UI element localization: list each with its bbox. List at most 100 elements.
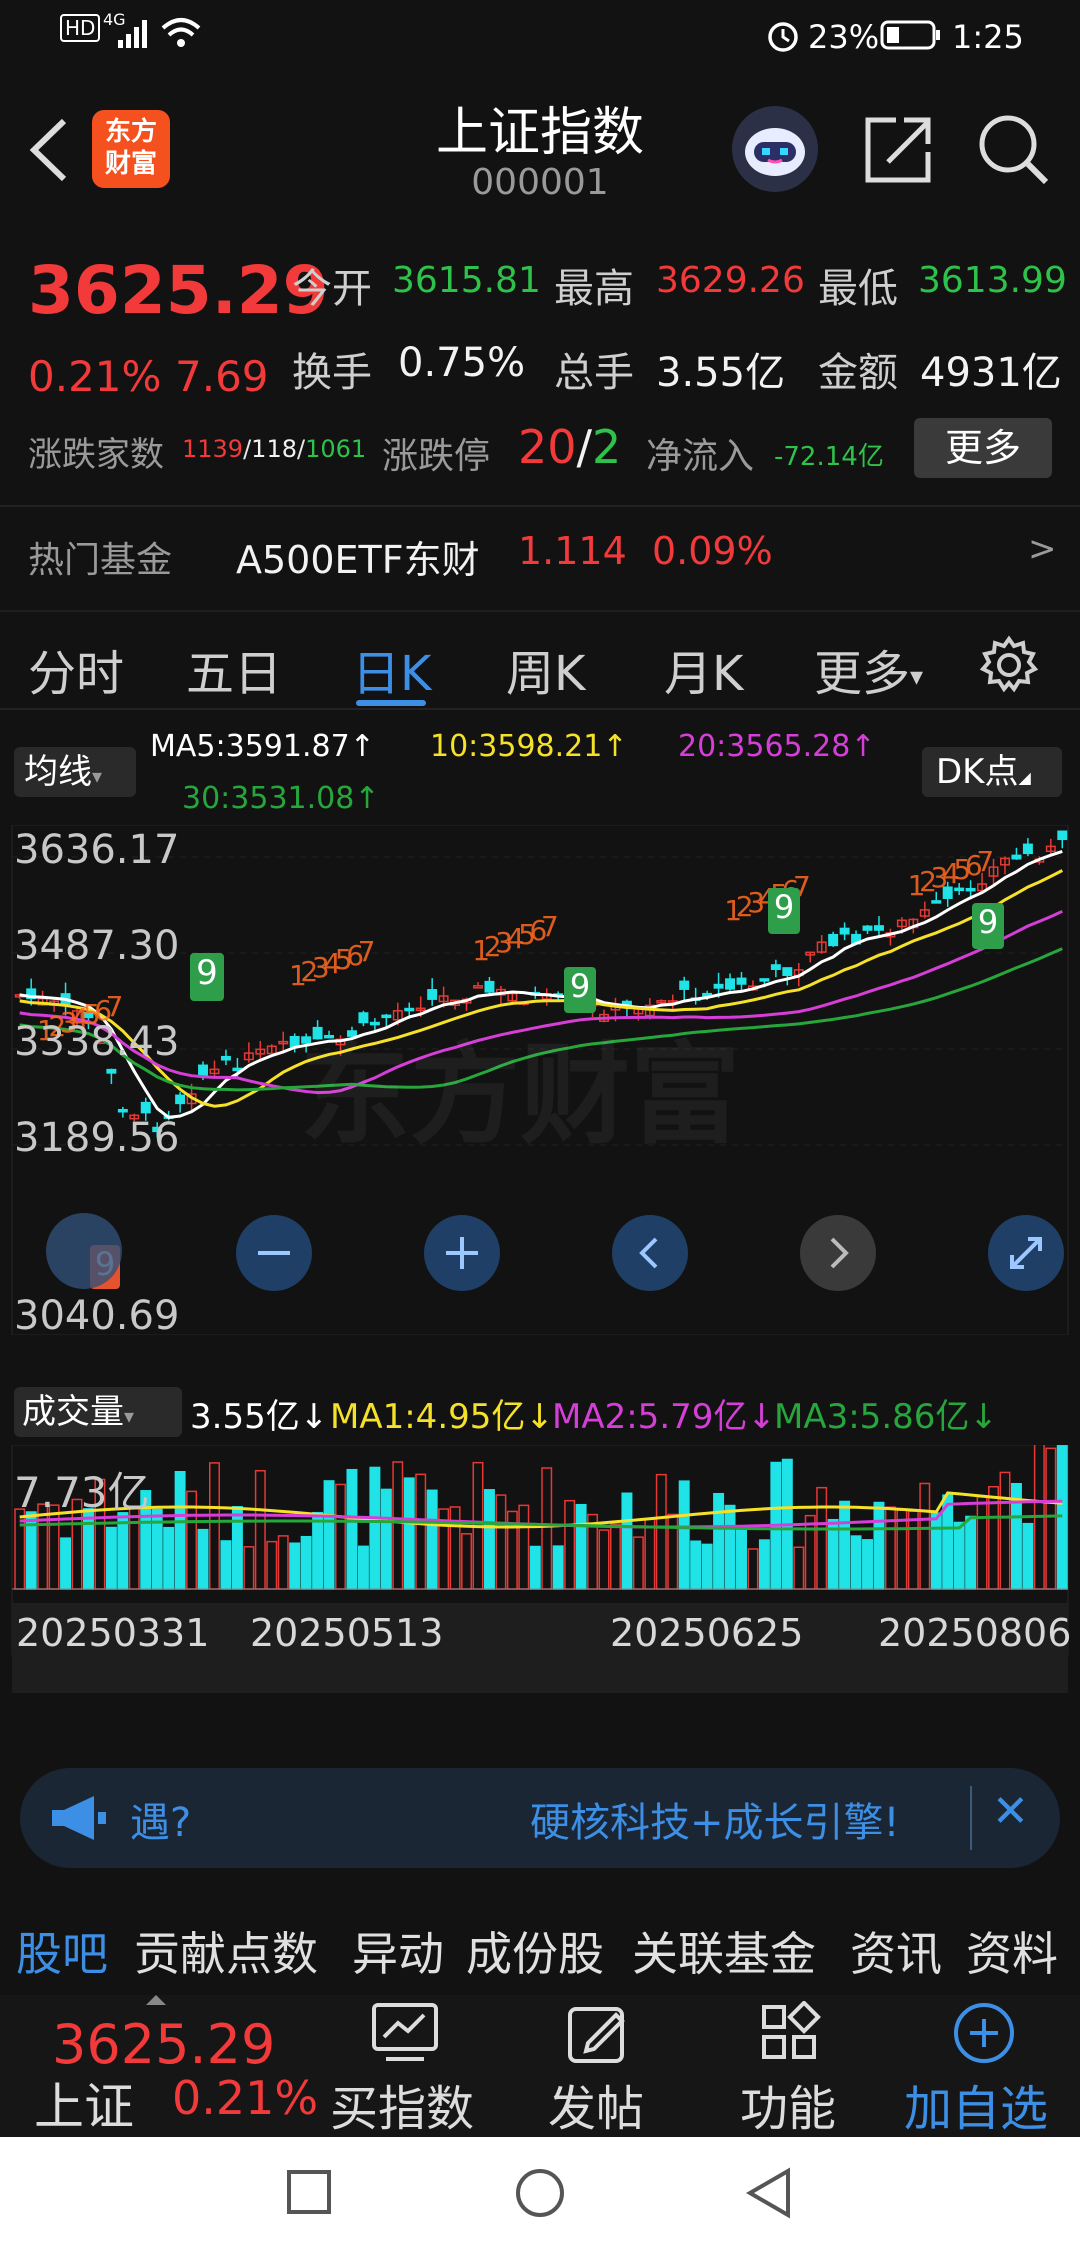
date-label: 20250513 xyxy=(250,1611,444,1655)
tab-related-funds[interactable]: 关联基金 xyxy=(632,1918,816,1984)
candle-body xyxy=(484,980,495,993)
back-nav-icon[interactable] xyxy=(744,2167,794,2219)
nine-marker: 9 xyxy=(564,967,596,1013)
candle-body xyxy=(839,927,850,935)
volume-bar xyxy=(747,1548,759,1590)
sequence-digit: 7 xyxy=(541,910,559,943)
scroll-right-button[interactable] xyxy=(798,1213,878,1293)
functions-button[interactable]: 功能 xyxy=(730,1995,850,2137)
y-axis-label-1: 3636.17 xyxy=(14,827,180,873)
candle-body xyxy=(965,887,976,892)
candle-body xyxy=(862,925,873,931)
tab-components[interactable]: 成份股 xyxy=(466,1918,604,1984)
promo-banner[interactable]: 遇? 硬核科技+成长引擎! ✕ xyxy=(20,1768,1060,1868)
tab-more[interactable]: 更多▾ xyxy=(814,634,923,704)
status-bar: HD 4G 23% 1:25 xyxy=(0,0,1080,70)
date-label: 20250625 xyxy=(610,1611,804,1655)
ma-selector-label: 均线 xyxy=(24,752,92,792)
add-watchlist-label: 加自选 xyxy=(904,2081,1049,2137)
wifi-icon xyxy=(161,18,201,47)
volume-value: 3.55亿↓ xyxy=(190,1397,329,1437)
decliners: 1061 xyxy=(305,435,367,463)
more-button[interactable]: 更多 xyxy=(914,418,1052,478)
current-price: 3625.29 xyxy=(28,252,329,329)
search-icon[interactable] xyxy=(974,110,1054,190)
scroll-left-button[interactable] xyxy=(610,1213,690,1293)
zoom-reset-button[interactable] xyxy=(46,1213,122,1289)
megaphone-icon xyxy=(52,1796,106,1840)
tab-monthly-k[interactable]: 月K xyxy=(664,634,743,704)
tab-news[interactable]: 资讯 xyxy=(850,1918,942,1984)
tab-more-label: 更多 xyxy=(814,646,911,702)
hot-fund-row[interactable]: 热门基金 A500ETF东财 1.114 0.09% > xyxy=(0,505,1080,600)
limit-down: 2 xyxy=(592,420,622,474)
ma-selector[interactable]: 均线▾ xyxy=(14,747,136,797)
volume-bar xyxy=(277,1535,289,1590)
tab-weekly-k[interactable]: 周K xyxy=(506,634,585,704)
content-tabs: 股吧 贡献点数 异动 成份股 关联基金 资讯 资料 xyxy=(0,1890,1080,1990)
buy-index-button[interactable]: 买指数 xyxy=(326,1995,486,2137)
volume-bar xyxy=(999,1471,1011,1590)
open-label: 今开 xyxy=(292,266,372,312)
ma30-label: 30:3531.08↑ xyxy=(182,781,380,816)
post-button[interactable]: 发帖 xyxy=(540,1995,660,2137)
hd-icon: HD xyxy=(60,14,101,42)
candle-body xyxy=(725,978,736,990)
back-icon[interactable] xyxy=(24,115,74,185)
volume-bar xyxy=(243,1546,255,1590)
zoom-in-button[interactable] xyxy=(422,1213,502,1293)
robot-assistant-icon[interactable] xyxy=(732,106,818,192)
volume-bar xyxy=(552,1545,564,1590)
volume-label: 总手 xyxy=(554,350,634,396)
volume-bar xyxy=(220,1540,232,1590)
volume-bar xyxy=(105,1526,117,1590)
settings-gear-icon[interactable] xyxy=(978,634,1040,696)
close-icon[interactable]: ✕ xyxy=(992,1786,1029,1837)
tab-contribution[interactable]: 贡献点数 xyxy=(134,1918,318,1984)
volume-bar xyxy=(174,1470,186,1590)
tab-profile[interactable]: 资料 xyxy=(966,1918,1058,1984)
volume-bar xyxy=(655,1473,667,1590)
share-icon[interactable] xyxy=(858,110,938,190)
fund-name: A500ETF东财 xyxy=(236,538,480,582)
caret-down-icon: ▾ xyxy=(124,1404,135,1428)
post-label: 发帖 xyxy=(548,2081,645,2137)
app-logo[interactable]: 东方 财富 xyxy=(92,110,170,188)
volume-bar xyxy=(907,1510,919,1590)
header: 东方 财富 上证指数 000001 xyxy=(0,70,1080,220)
volume-bar xyxy=(862,1539,873,1590)
dk-points-button[interactable]: DK点◢ xyxy=(922,747,1062,797)
volume-bar xyxy=(713,1492,725,1590)
volume-value: 3.55亿 xyxy=(656,350,786,396)
tab-intraday[interactable]: 分时 xyxy=(28,634,124,704)
tab-forum[interactable]: 股吧 xyxy=(16,1918,108,1984)
tab-daily-k[interactable]: 日K xyxy=(352,634,431,704)
page-title: 上证指数 xyxy=(435,103,644,163)
turnover-label: 换手 xyxy=(292,350,372,396)
recent-apps-icon[interactable] xyxy=(286,2169,332,2215)
volume-ma3: MA3:5.86亿↓ xyxy=(774,1397,998,1437)
volume-ma1: MA1:4.95亿↓ xyxy=(330,1397,554,1437)
volume-bar xyxy=(518,1504,530,1590)
volume-ma2: MA2:5.79亿↓ xyxy=(552,1397,776,1437)
alarm-icon xyxy=(768,22,798,52)
caret-down-icon: ▾ xyxy=(92,764,103,788)
add-watchlist-button[interactable]: 加自选 xyxy=(900,1995,1070,2137)
fund-price: 1.114 xyxy=(518,529,627,573)
volume-bar xyxy=(495,1494,507,1590)
fund-percent: 0.09% xyxy=(652,529,773,573)
inflow-value: -72.14亿 xyxy=(774,442,884,472)
zoom-out-button[interactable] xyxy=(234,1213,314,1293)
volume-bar xyxy=(369,1466,381,1590)
candle-body xyxy=(770,964,781,970)
fullscreen-button[interactable] xyxy=(986,1213,1066,1293)
candle-body xyxy=(198,1064,209,1077)
home-icon[interactable] xyxy=(514,2167,566,2219)
tab-movement[interactable]: 异动 xyxy=(352,1918,444,1984)
volume-bar xyxy=(541,1467,553,1590)
volume-bar xyxy=(965,1515,977,1590)
caret-up-icon xyxy=(146,1995,166,2005)
volume-selector[interactable]: 成交量▾ xyxy=(14,1387,182,1437)
date-label: 20250331 xyxy=(16,1611,210,1655)
tab-five-day[interactable]: 五日 xyxy=(186,634,282,704)
